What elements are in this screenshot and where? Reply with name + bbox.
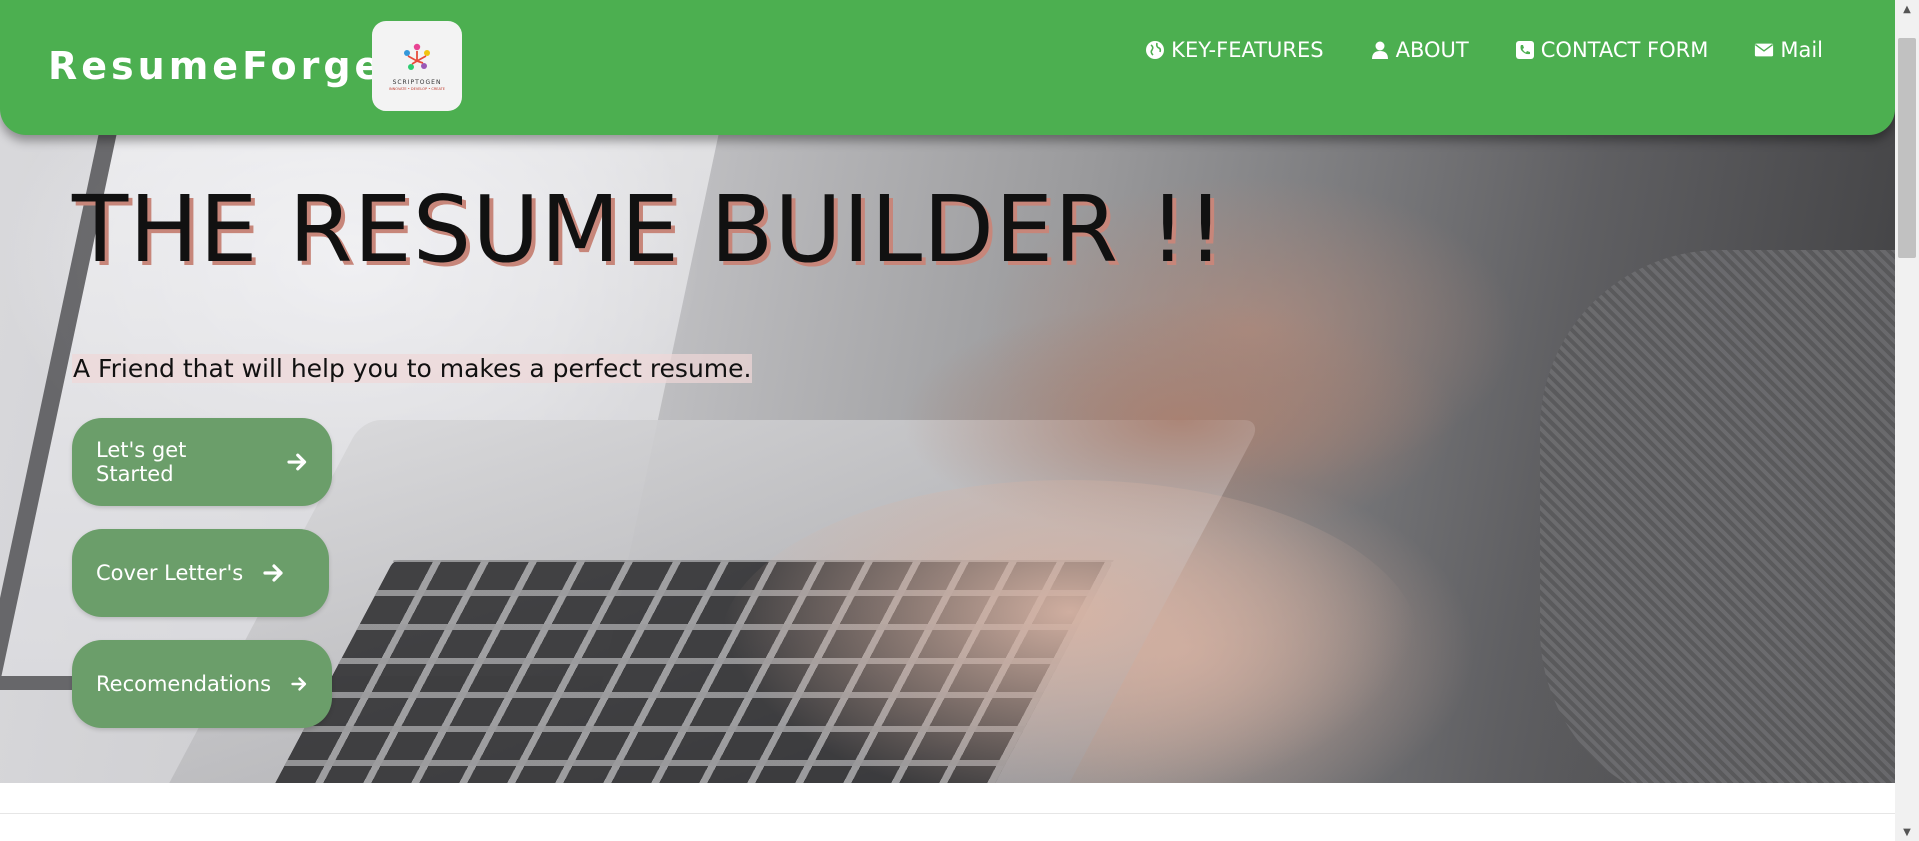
arrow-right-icon bbox=[263, 564, 283, 582]
get-started-label: Let's get Started bbox=[96, 438, 187, 486]
top-navbar: ResumeForge SCRIPTOGEN INNOVATE • DEVELO… bbox=[0, 0, 1895, 135]
cover-letters-button[interactable]: Cover Letter's bbox=[72, 529, 329, 617]
nav-key-features-label: KEY-FEATURES bbox=[1171, 38, 1324, 62]
below-hero-section bbox=[0, 783, 1895, 841]
globe-icon bbox=[1146, 41, 1165, 59]
nav-about-label: ABOUT bbox=[1395, 38, 1469, 62]
section-divider bbox=[0, 813, 1895, 814]
nav-contact-form-label: CONTACT FORM bbox=[1540, 38, 1709, 62]
page-scrollbar[interactable]: ▲ ▼ bbox=[1895, 0, 1919, 841]
user-icon bbox=[1371, 41, 1388, 59]
scroll-down-icon[interactable]: ▼ bbox=[1895, 823, 1919, 841]
company-logo[interactable]: SCRIPTOGEN INNOVATE • DEVELOP • CREATE bbox=[372, 21, 462, 111]
nav-about[interactable]: ABOUT bbox=[1370, 38, 1469, 62]
arrow-right-icon bbox=[286, 453, 306, 471]
nav-mail-label: Mail bbox=[1780, 38, 1823, 62]
hero-tagline: A Friend that will help you to makes a p… bbox=[72, 354, 753, 383]
scroll-up-icon[interactable]: ▲ bbox=[1895, 0, 1919, 18]
envelope-icon bbox=[1755, 43, 1774, 57]
logo-subtext: INNOVATE • DEVELOP • CREATE bbox=[389, 87, 445, 91]
cover-letters-label: Cover Letter's bbox=[96, 561, 244, 585]
page: ResumeForge SCRIPTOGEN INNOVATE • DEVELO… bbox=[0, 0, 1919, 841]
hero-headline: THE RESUME BUILDER !! bbox=[72, 176, 1226, 283]
recommendations-label: Recomendations bbox=[96, 672, 272, 696]
phone-icon bbox=[1515, 41, 1534, 59]
nav-mail[interactable]: Mail bbox=[1754, 38, 1823, 62]
nav-contact-form[interactable]: CONTACT FORM bbox=[1515, 38, 1709, 62]
logo-text: SCRIPTOGEN bbox=[392, 79, 442, 86]
recommendations-button[interactable]: Recomendations bbox=[72, 640, 332, 728]
arrow-right-icon bbox=[291, 677, 307, 691]
get-started-button[interactable]: Let's get Started bbox=[72, 418, 332, 506]
scroll-thumb[interactable] bbox=[1898, 38, 1916, 258]
brand-name[interactable]: ResumeForge bbox=[48, 44, 384, 88]
sweater-sleeve bbox=[1540, 250, 1895, 783]
nav-links: KEY-FEATURES ABOUT CONTACT FORM Mail bbox=[1145, 38, 1823, 62]
logo-mark-icon bbox=[404, 43, 430, 70]
nav-key-features[interactable]: KEY-FEATURES bbox=[1145, 38, 1324, 62]
